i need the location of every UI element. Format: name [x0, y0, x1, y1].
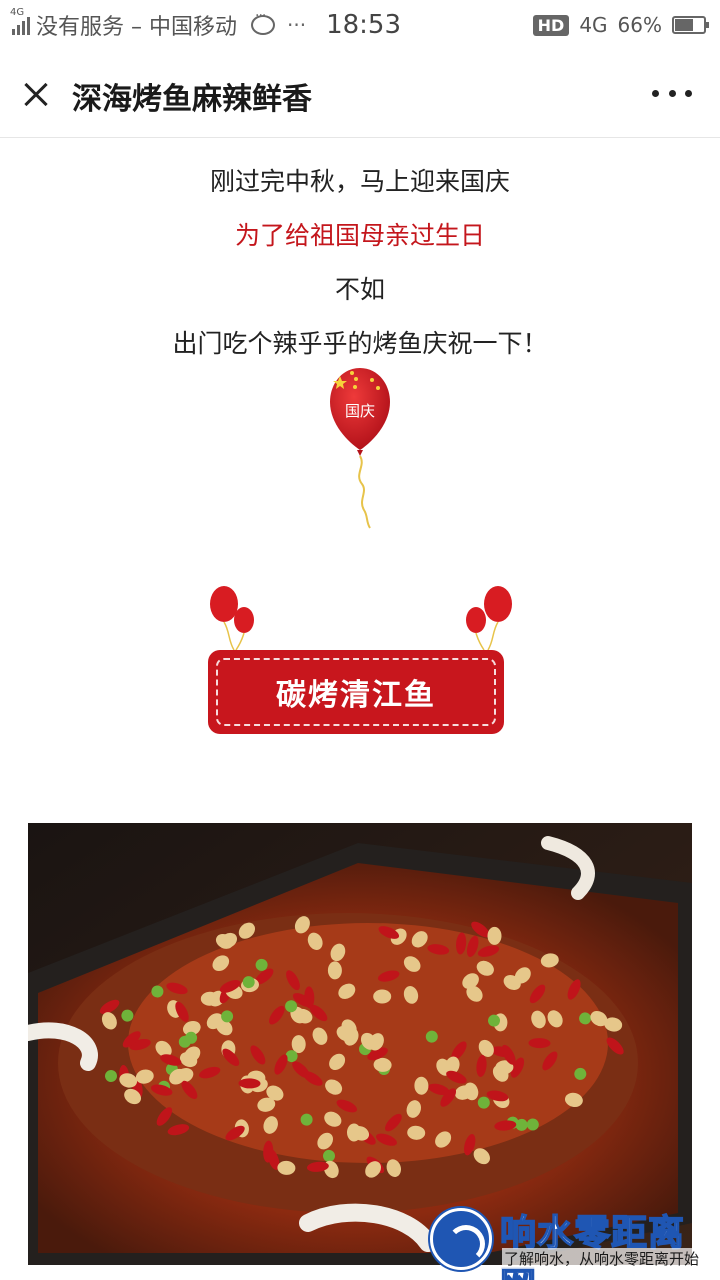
signal-icon: 4G	[10, 7, 30, 35]
article-line-2: 为了给祖国母亲过生日	[234, 221, 485, 250]
hd-badge: HD	[532, 14, 570, 36]
banner-box: 碳烤清江鱼	[208, 650, 504, 734]
watermark-subtitle: 了解响水，从响水零距离开始	[502, 1248, 702, 1269]
battery-percent: 66%	[617, 13, 662, 37]
banner-label: 碳烤清江鱼	[276, 678, 436, 713]
page-title: 深海烤鱼麻辣鲜香	[72, 82, 312, 117]
nav-bar: 深海烤鱼麻辣鲜香	[0, 50, 720, 138]
carrier-text: 没有服务 – 中国移动	[36, 15, 237, 40]
national-day-balloon-icon: 国庆	[330, 368, 390, 529]
chat-notification-icon	[251, 8, 275, 35]
article-line-4: 出门吃个辣乎乎的烤鱼庆祝一下！	[172, 329, 548, 358]
more-options-button[interactable]	[652, 90, 692, 100]
status-bar: 4G 没有服务 – 中国移动 ··· 18:53 HD 4G 66%	[0, 0, 720, 50]
article-line-1: 刚过完中秋，马上迎来国庆	[209, 167, 510, 196]
close-button[interactable]	[14, 72, 58, 116]
watermark: 响水零距离网 了解响水，从响水零距离开始	[428, 1204, 718, 1280]
clock: 18:53	[326, 10, 402, 40]
grilled-fish-photo	[28, 823, 692, 1265]
watermark-logo-icon	[430, 1208, 492, 1270]
article-line-3: 不如	[334, 275, 385, 304]
balloon-label: 国庆	[345, 402, 375, 420]
battery-icon	[672, 16, 709, 34]
network-type: 4G	[579, 13, 608, 37]
more-notifications-icon: ···	[287, 13, 307, 37]
section-banner: 碳烤清江鱼	[200, 584, 520, 740]
